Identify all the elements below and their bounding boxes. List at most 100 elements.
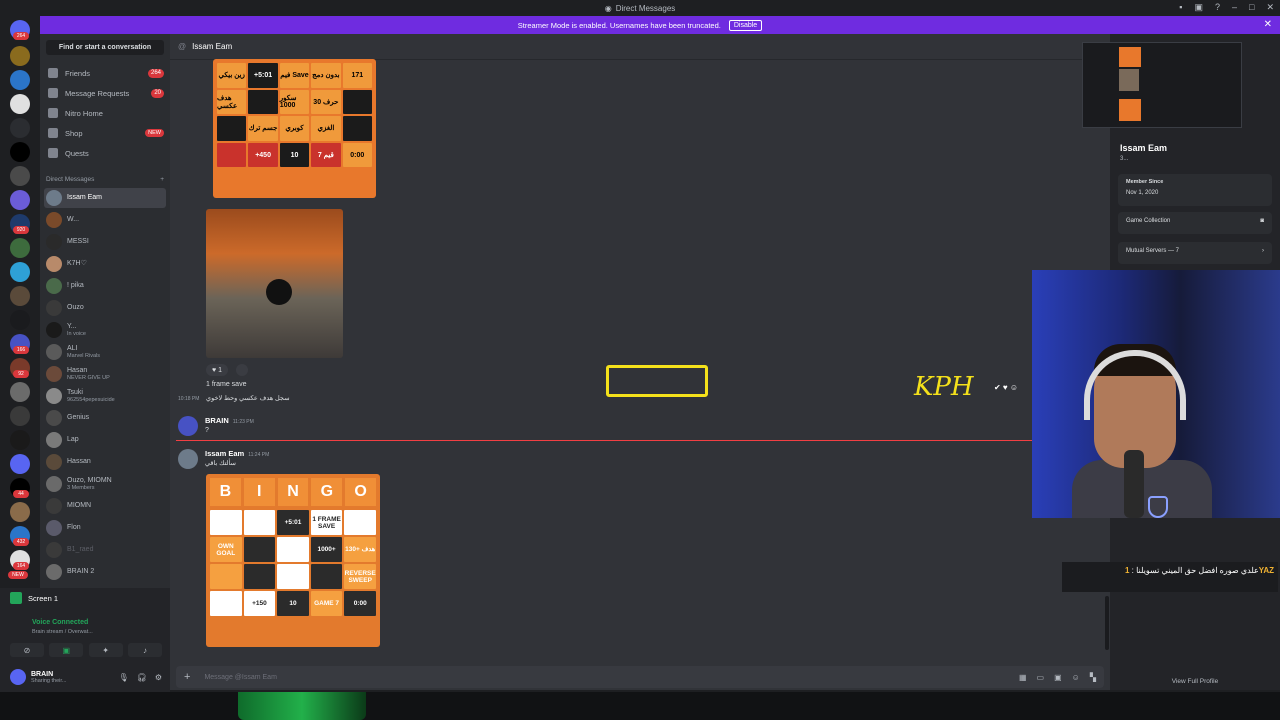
server-icon[interactable] [10,118,30,138]
dm-item[interactable]: K7H♡ [44,254,166,274]
server-icon[interactable] [10,454,30,474]
nav-friends[interactable]: Friends 264 [46,64,164,82]
plus-icon[interactable]: + [184,671,190,683]
avatar [46,344,62,360]
server-icon[interactable] [10,382,30,402]
close-icon[interactable]: ✕ [1264,19,1272,30]
nav-label: Shop [65,128,83,138]
help-icon[interactable]: ? [1215,2,1220,13]
mutual-servers-row[interactable]: Mutual Servers — 7 › [1118,242,1272,264]
pin-icon[interactable]: ▪ [1179,2,1182,13]
server-icon[interactable] [10,286,30,306]
dm-item[interactable]: BRAIN 2 [44,562,166,582]
bingo-card-image[interactable]: B I N G O +5:01 1 FRAME SAVE OWN GOAL 10… [206,474,380,647]
view-full-profile-link[interactable]: View Full Profile [1118,678,1272,685]
apps-icon[interactable]: ▚ [1090,673,1096,682]
gear-icon[interactable]: ⚙ [155,673,162,682]
bingo-image[interactable]: زين بيكي +5:01 فيم Save بدون دمج 171 هدف… [213,59,376,198]
find-conversation-button[interactable]: Find or start a conversation [46,40,164,55]
server-icon[interactable] [10,142,30,162]
mutual-servers-label: Mutual Servers — 7 [1126,248,1180,254]
server-icon[interactable] [10,94,30,114]
server-icon[interactable] [10,502,30,522]
dm-item[interactable]: MIOMN [44,496,166,516]
gift-icon[interactable]: ▦ [1019,673,1027,682]
mic-icon[interactable]: 🎙︎ [119,673,129,682]
dm-item[interactable]: Y... In voice [44,320,166,340]
dm-item[interactable]: ! pika [44,276,166,296]
game-collection-row[interactable]: Game Collection ◙ [1118,212,1272,234]
bingo-cell: زين بيكي [217,63,247,88]
server-icon[interactable] [10,238,30,258]
dm-item[interactable]: Flon [44,518,166,538]
dm-name: Hassan [67,458,91,465]
dm-item[interactable]: Hassan [44,452,166,472]
dm-item[interactable]: Tsuki 962554pepesuicide [44,386,166,406]
message-composer[interactable]: + Message @Issam Eam ▦ ▭ ▣ ☺ ▚ [176,666,1104,688]
nav-quests[interactable]: Quests [46,144,164,162]
dm-item[interactable]: MESSI [44,232,166,252]
stream-preview-thumbnail[interactable] [1082,42,1242,128]
dm-name: Ouzo [67,304,84,311]
dm-item[interactable]: Lap [44,430,166,450]
controller-icon: ◙ [1260,218,1264,224]
nitro-icon [48,108,58,118]
screen-share-row[interactable]: Screen 1 [10,592,58,604]
server-icon[interactable] [10,262,30,282]
dm-item[interactable]: Genius [44,408,166,428]
server-icon[interactable] [10,166,30,186]
add-reaction-icon[interactable] [236,364,248,376]
bingo-cell [277,564,309,589]
server-icon[interactable] [10,46,30,66]
inbox-icon[interactable]: ▣ [1194,2,1203,13]
close-window-button[interactable]: ✕ [1266,2,1274,13]
nav-shop[interactable]: Shop NEW [46,124,164,142]
message-author[interactable]: BRAIN 11:23 PM [205,416,254,425]
disable-button[interactable]: Disable [728,19,763,31]
bingo-cell [310,564,343,589]
sticker-icon[interactable]: ▣ [1054,673,1062,682]
heart-reaction[interactable]: ♥ 1 [206,364,228,376]
server-icon[interactable] [10,190,30,210]
bingo-letter: N [277,478,309,506]
emoji-icon[interactable]: ☺ [1072,673,1080,682]
bingo-cell: GAME 7 [310,591,343,616]
gif-icon[interactable]: ▭ [1037,673,1045,682]
maximize-button[interactable]: □ [1249,2,1254,13]
message-author[interactable]: Issam Eam 11:24 PM [205,449,269,458]
server-icon[interactable] [10,406,30,426]
nav-nitro-home[interactable]: Nitro Home [46,104,164,122]
activities-button[interactable]: ✦ [88,643,123,657]
dm-item[interactable]: Hasan NEVER GIVE UP [44,364,166,384]
voice-connected-status[interactable]: Voice Connected [32,619,88,626]
bingo-cell: 0:00 [344,591,376,616]
message-input[interactable]: Message @Issam Eam [204,674,276,681]
nav-message-requests[interactable]: Message Requests 20 [46,84,164,102]
user-status: Sharing their... [31,677,67,684]
dm-item[interactable]: ALI Marvel Rivals [44,342,166,362]
dm-item[interactable]: W... [44,210,166,230]
dm-header: Direct Messages + [46,176,164,183]
minimize-button[interactable]: – [1232,2,1237,13]
dm-item[interactable]: Issam Eam [44,188,166,208]
avatar[interactable] [10,669,26,685]
soundboard-button[interactable]: ♪ [127,643,162,657]
share-screen-button[interactable]: ▣ [49,643,84,657]
user-panel: BRAIN Sharing their... 🎙︎ 🎧︎ ⚙ [0,662,170,692]
camera-off-button[interactable]: ⊘ [10,643,44,657]
game-screenshot[interactable] [206,209,343,358]
scrollbar[interactable] [1105,596,1109,650]
server-icon[interactable] [10,310,30,330]
dm-item[interactable]: B1_raed [44,540,166,560]
add-dm-icon[interactable]: + [160,176,164,183]
server-icon[interactable] [10,430,30,450]
avatar[interactable] [178,416,198,436]
dm-item[interactable]: Ouzo, MIOMN 3 Members [44,474,166,494]
avatar[interactable] [178,449,198,469]
dm-name: W... [67,216,80,223]
dm-item[interactable]: Ouzo [44,298,166,318]
headset-icon[interactable]: 🎧︎ [137,673,147,682]
avatar [46,234,62,250]
bingo-cell: +450 [248,142,278,168]
server-icon[interactable] [10,70,30,90]
